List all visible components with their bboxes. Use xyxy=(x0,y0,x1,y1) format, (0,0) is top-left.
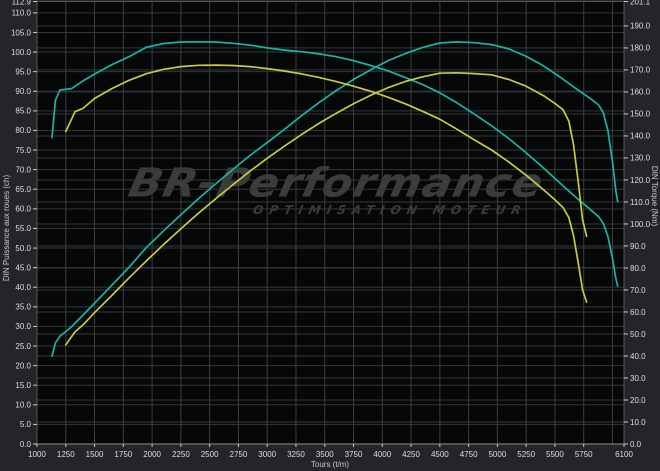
y-left-tick-label: 50.0 xyxy=(15,244,31,253)
y-left-tick-label: 100.0 xyxy=(11,48,32,57)
x-tick-label: 1750 xyxy=(114,450,132,459)
y-right-tick-label: 40.0 xyxy=(630,352,646,361)
y-left-tick-label: 55.0 xyxy=(15,224,31,233)
y-left-tick-label: 10.0 xyxy=(15,401,31,410)
x-tick-label: 2750 xyxy=(230,450,248,459)
y-left-tick-label: 40.0 xyxy=(15,283,31,292)
x-tick-label: 2500 xyxy=(201,450,219,459)
y-right-tick-label: 170.0 xyxy=(630,66,651,75)
y-left-tick-label: 75.0 xyxy=(15,146,31,155)
y-right-tick-label: 110.0 xyxy=(630,198,650,207)
y-right-tick-label: 30.0 xyxy=(630,374,646,383)
y-right-tick-label: 140.0 xyxy=(630,132,651,141)
y-right-tick-label: 10.0 xyxy=(630,418,646,427)
series-layer xyxy=(52,42,618,356)
y-left-tick-label: 60.0 xyxy=(15,205,31,214)
y-left-tick-label: 110.0 xyxy=(12,9,32,18)
x-tick-label: 2250 xyxy=(172,450,190,459)
y-left-tick-label: 30.0 xyxy=(15,322,31,331)
dyno-chart: BR-Performance OPTIMISATION MOTEUR 112.9… xyxy=(0,0,660,471)
y-right-tick-label: 201.1 xyxy=(630,0,651,6)
x-tick-label: 4250 xyxy=(402,450,420,459)
x-tick-label: 4500 xyxy=(431,450,449,459)
y-left-tick-label: 85.0 xyxy=(15,107,31,116)
x-tick-label: 5750 xyxy=(575,450,593,459)
y-right-tick-label: 100.0 xyxy=(630,220,651,229)
y-right-tick-label: 70.0 xyxy=(630,286,646,295)
y-right-tick-label: 180.0 xyxy=(630,44,651,53)
x-tick-label: 5000 xyxy=(488,450,506,459)
x-tick-label: 1500 xyxy=(86,450,104,459)
y-left-tick-label: 15.0 xyxy=(15,381,31,390)
y-right-tick-label: 90.0 xyxy=(630,242,646,251)
y-left-tick-label: 35.0 xyxy=(15,303,31,312)
y-left-tick-label: 80.0 xyxy=(15,126,31,135)
y-right-tick-label: 120.0 xyxy=(630,176,651,185)
x-tick-label: 3750 xyxy=(345,450,363,459)
y-left-tick-label: 95.0 xyxy=(15,67,31,76)
dyno-plot-svg: 112.9 110.0 105.0 100.0 95.0 90.0 85.0 80.0 75.0… xyxy=(0,0,660,471)
x-tick-label: 5500 xyxy=(546,450,564,459)
x-tick-label: 5250 xyxy=(517,450,535,459)
y-left-axis-title: DIN Puissance aux roues (ch) xyxy=(2,175,11,282)
y-right-tick-label: 50.0 xyxy=(630,330,646,339)
y-right-axis-title: DIN Torque (Nm) xyxy=(650,166,659,227)
x-tick-label: 4000 xyxy=(373,450,391,459)
y-right-tick-label: 160.0 xyxy=(630,88,651,97)
series-torque-tuned-line xyxy=(52,42,618,286)
x-tick-label: 3000 xyxy=(258,450,276,459)
series-torque-original-line xyxy=(66,65,587,302)
y-left-tick-label: 65.0 xyxy=(15,185,31,194)
x-tick-label: 4750 xyxy=(460,450,478,459)
y-left-tick-label: 70.0 xyxy=(15,165,31,174)
y-left-tick-label: 25.0 xyxy=(15,342,31,351)
y-right-tick-label: 130.0 xyxy=(630,154,651,163)
y-left-tick-label: 105.0 xyxy=(11,28,32,37)
x-tick-label: 1000 xyxy=(28,450,46,459)
y-left-tick-label: 0.0 xyxy=(20,440,32,449)
x-axis-title: Tours (t/m) xyxy=(311,460,350,469)
grid-layer xyxy=(37,2,624,445)
y-right-tick-label: 190.0 xyxy=(630,22,651,31)
y-right-tick-label: 20.0 xyxy=(630,396,646,405)
y-left-tick-label: 90.0 xyxy=(15,87,31,96)
x-tick-label: 6100 xyxy=(615,450,633,459)
y-right-tick-label: 60.0 xyxy=(630,308,646,317)
y-left-tick-label: 20.0 xyxy=(15,361,31,370)
y-left-tick-label: 45.0 xyxy=(15,263,31,272)
y-right-tick-label: 0.0 xyxy=(630,440,642,449)
y-right-tick-label: 80.0 xyxy=(630,264,646,273)
x-tick-label: 1250 xyxy=(57,450,75,459)
y-right-tick-label: 150.0 xyxy=(630,110,651,119)
y-left-tick-label: 5.0 xyxy=(20,420,32,429)
y-left-tick-label: 112.9 xyxy=(12,0,32,6)
x-tick-label: 3500 xyxy=(316,450,334,459)
x-tick-label: 3250 xyxy=(287,450,305,459)
x-tick-label: 2000 xyxy=(143,450,161,459)
